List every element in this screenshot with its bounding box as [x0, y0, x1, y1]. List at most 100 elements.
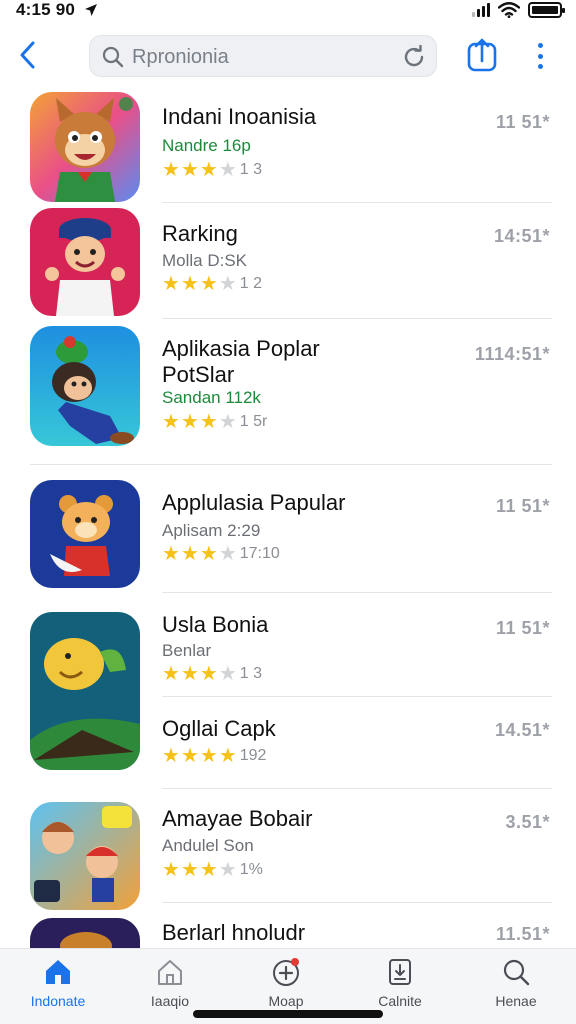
app-price: 11.51*	[495, 924, 550, 944]
app-row[interactable]: Amayae Bobair Andulel Son ★ ★ ★ ★ 1% 3.51*	[0, 802, 576, 914]
star-icon: ★	[218, 411, 237, 433]
cartoon-fox-icon	[30, 92, 140, 202]
tab-label: Henae	[495, 993, 537, 1009]
star-icon: ★	[180, 411, 199, 433]
app-name: Usla Bonia	[162, 612, 269, 637]
rating: ★ ★ ★ ★ 1%	[162, 860, 263, 880]
search-icon	[503, 959, 530, 986]
app-name: Berlarl hnoludr	[162, 920, 306, 945]
star-icon: ★	[180, 273, 199, 295]
app-subtitle: Nandre 16p	[162, 136, 251, 155]
star-icon: ★	[218, 543, 237, 565]
star-rating: ★ ★ ★ ★	[162, 860, 237, 880]
app-subtitle: Aplisam 2:29	[162, 521, 261, 540]
app-price: 3.51*	[505, 812, 550, 832]
star-icon: ★	[218, 745, 237, 767]
app-subtitle: Molla D:SK	[162, 251, 248, 270]
rating: ★ ★ ★ ★ 1 5r	[162, 412, 267, 432]
star-icon: ★	[162, 543, 180, 565]
home-outline-icon	[158, 960, 182, 985]
star-icon: ★	[180, 859, 199, 881]
app-icon	[30, 326, 140, 446]
tab-label: Moap	[268, 993, 304, 1009]
more-button[interactable]	[528, 40, 552, 72]
cartoon-bear-icon	[30, 480, 140, 588]
star-rating: ★ ★ ★ ★	[162, 274, 237, 294]
app-name: Ogllai Capk	[162, 716, 276, 741]
app-icon	[30, 802, 140, 910]
star-icon: ★	[162, 859, 180, 881]
tab-label: Indonate	[30, 993, 86, 1009]
star-icon: ★	[180, 663, 199, 685]
star-icon: ★	[180, 543, 199, 565]
app-row[interactable]: Applulasia Papular Aplisam 2:29 ★ ★ ★ ★ 17:…	[0, 480, 576, 588]
divider	[162, 788, 552, 789]
status-bar: 4:15 90	[0, 0, 576, 24]
star-icon: ★	[162, 411, 180, 433]
share-button[interactable]	[466, 38, 498, 72]
tab-label: Calnite	[378, 993, 422, 1009]
app-price: 14:51*	[493, 226, 550, 246]
divider	[30, 464, 552, 465]
star-icon: ★	[162, 273, 180, 295]
star-icon: ★	[180, 745, 199, 767]
search-icon	[102, 46, 124, 68]
app-name: Rarking	[162, 221, 238, 246]
download-icon	[389, 959, 411, 985]
app-icon	[30, 918, 140, 948]
share-icon	[467, 38, 497, 72]
app-icon	[30, 612, 140, 770]
app-price: 1114:51*	[474, 344, 550, 364]
plus-circle-icon	[273, 958, 299, 986]
search-input[interactable]	[132, 36, 392, 78]
cartoon-elephant-icon	[30, 612, 140, 770]
star-icon: ★	[180, 159, 199, 181]
wifi-icon	[498, 2, 520, 18]
tab-moap[interactable]: Moap	[236, 957, 336, 1013]
cartoon-adventurer-icon	[30, 326, 140, 446]
app-row[interactable]: Rarking Molla D:SK ★ ★ ★ ★ 1 2 14:51*	[0, 208, 576, 316]
cartoon-kids-icon	[30, 802, 140, 910]
tab-iaaqio[interactable]: Iaaqio	[120, 957, 220, 1013]
app-row[interactable]: Indani Inoanisia Nandre 16p ★ ★ ★ ★ 1 3 11 …	[0, 90, 576, 202]
app-price: 11 51*	[495, 618, 550, 638]
app-name: Indani Inoanisia	[162, 104, 317, 129]
app-icon	[30, 92, 140, 202]
tab-indonate[interactable]: Indonate	[8, 957, 108, 1013]
chevron-left-icon	[20, 41, 35, 69]
rating: ★ ★ ★ ★ 17:10	[162, 544, 280, 564]
back-button[interactable]	[10, 36, 44, 74]
signal-icon	[472, 3, 490, 17]
app-name: Amayae Bobair	[162, 806, 313, 831]
refresh-icon[interactable]	[402, 45, 426, 69]
battery-icon	[528, 2, 565, 18]
app-row[interactable]: Berlarl hnoludr 11.51*	[0, 916, 576, 948]
status-icons	[472, 2, 565, 18]
star-icon: ★	[199, 273, 218, 295]
star-rating: ★ ★ ★ ★	[162, 746, 237, 766]
star-icon: ★	[199, 543, 218, 565]
rating-count: 17:10	[239, 545, 280, 562]
tab-henae[interactable]: Henae	[466, 957, 566, 1013]
divider	[162, 592, 552, 593]
star-rating: ★ ★ ★ ★	[162, 664, 237, 684]
rating: ★ ★ ★ ★ 1 3	[162, 664, 262, 684]
search-bar[interactable]	[89, 35, 437, 78]
app-list: Indani Inoanisia Nandre 16p ★ ★ ★ ★ 1 3 11 …	[0, 86, 576, 948]
app-name-line2: PotSlar	[162, 362, 235, 387]
app-subtitle: Andulel Son	[162, 836, 254, 855]
app-name: Applulasia Papular	[162, 490, 346, 515]
location-arrow-icon	[85, 4, 97, 16]
star-icon: ★	[218, 159, 237, 181]
cartoon-app-icon	[30, 918, 140, 948]
star-rating: ★ ★ ★ ★	[162, 544, 237, 564]
divider	[162, 696, 552, 697]
app-row[interactable]: Aplikasia Poplar PotSlar Sandan 112k ★ ★ ★…	[0, 326, 576, 450]
rating: ★ ★ ★ ★ 192	[162, 746, 266, 766]
star-icon: ★	[199, 159, 218, 181]
divider	[162, 902, 552, 903]
tab-calnite[interactable]: Calnite	[350, 957, 450, 1013]
top-bar	[0, 26, 576, 86]
star-icon: ★	[162, 159, 180, 181]
rating: ★ ★ ★ ★ 1 2	[162, 274, 262, 294]
